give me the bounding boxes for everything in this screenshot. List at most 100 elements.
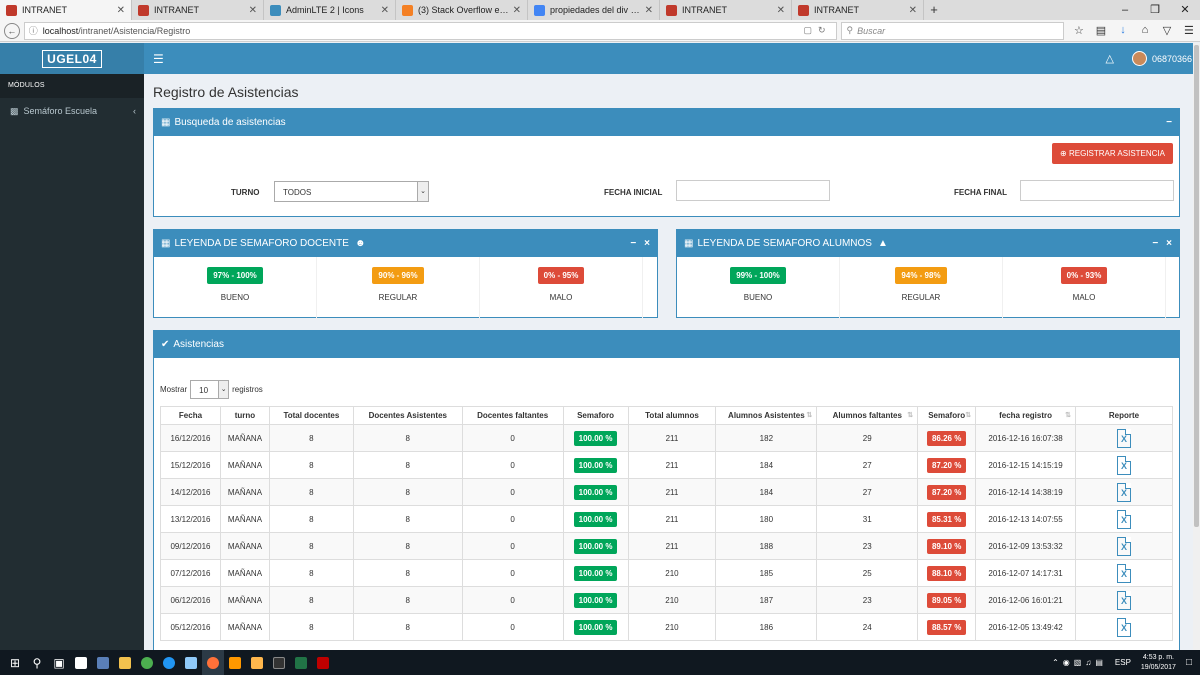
excel-report-icon[interactable]: X [1117,563,1131,583]
notification-icon[interactable]: □ [1186,657,1192,668]
close-window-icon[interactable]: ✕ [1170,0,1200,20]
app-icon[interactable] [224,650,246,675]
language-indicator[interactable]: ESP [1115,658,1131,667]
close-icon[interactable]: ✕ [909,5,917,16]
scrollbar-thumb[interactable] [1194,45,1199,527]
close-icon[interactable]: ✕ [117,5,125,16]
excel-report-icon[interactable]: X [1117,455,1131,475]
grid-icon: ▦ [684,238,694,249]
browser-tab[interactable]: INTRANET ✕ [132,0,264,20]
close-icon[interactable]: ✕ [381,5,389,16]
search-bar[interactable]: ⚲ Buscar [840,21,1064,40]
library-icon[interactable]: ▤ [1090,24,1112,37]
minimize-icon[interactable]: – [1110,0,1140,20]
excel-report-icon[interactable]: X [1117,428,1131,448]
sidebar-item-semaforo[interactable]: ▩ Semáforo Escuela ‹ [0,98,144,124]
column-header[interactable]: Total docentes [268,406,354,425]
column-header[interactable]: Alumnos Asistentes ⇅ [715,406,818,425]
firefox-icon[interactable] [202,650,224,675]
excel-report-icon[interactable]: X [1117,509,1131,529]
windows-start-icon[interactable]: ⊞ [4,650,26,675]
legend-label: MALO [549,293,573,302]
url-bar[interactable]: ⓘ localhost /intranet/Asistencia/Registr… [23,21,837,40]
semaforo-alumnos-badge: 87.20 % [926,457,967,473]
column-header[interactable]: fecha registro ⇅ [975,406,1076,425]
app-icon[interactable] [158,650,180,675]
browser-tab[interactable]: propiedades del div - Buscar ✕ [528,0,660,20]
column-header[interactable]: Total alumnos [627,406,717,425]
asistencias-header: ✔ Asistencias [154,331,1179,358]
page-size-select[interactable]: 10 ⌄ [190,380,230,399]
sort-icon[interactable]: ⇅ [965,411,971,419]
sort-icon[interactable]: ⇅ [1065,411,1071,419]
tray-icons[interactable]: ⌃◉▧♫▤ [1052,658,1107,667]
task-view-icon[interactable]: ▣ [48,650,70,675]
table-row: 13/12/2016 MAÑANA 8 8 0 100.00 % 211 180 31 85.31… [160,505,1173,533]
file-explorer-icon[interactable] [114,650,136,675]
bell-icon[interactable]: △ [1105,52,1113,65]
close-icon[interactable]: × [644,238,650,249]
column-header[interactable]: Fecha [160,406,221,425]
fecha-final-input[interactable] [1020,180,1174,201]
excel-report-icon[interactable]: X [1117,482,1131,502]
sort-icon[interactable]: ⇅ [806,411,812,419]
column-header[interactable]: Docentes faltantes [461,406,564,425]
avatar[interactable] [1131,51,1147,66]
browser-tab[interactable]: INTRANET ✕ [0,0,132,20]
turno-select[interactable]: TODOS ⌄ [274,181,429,202]
browser-tab[interactable]: (3) Stack Overflow en españ ✕ [396,0,528,20]
bookmark-star-icon[interactable]: ☆ [1068,24,1090,37]
legend-docente-header: ▦ LEYENDA DE SEMAFORO DOCENTE ☻ − × [154,230,657,257]
legend-item: 94% - 98% REGULAR [840,257,1003,319]
excel-report-icon[interactable]: X [1117,617,1131,637]
sort-icon[interactable]: ⇅ [907,411,913,419]
column-header[interactable]: Semaforo [562,406,629,425]
browser-tab[interactable]: AdminLTE 2 | Icons ✕ [264,0,396,20]
filezilla-icon[interactable] [312,650,334,675]
home-icon[interactable]: ⌂ [1134,24,1156,37]
app-icon[interactable] [246,650,268,675]
column-header[interactable]: Reporte [1075,406,1173,425]
maximize-icon[interactable]: ❒ [1140,0,1170,20]
collapse-icon[interactable]: − [1152,238,1158,249]
excel-icon[interactable] [290,650,312,675]
browser-nav-bar: ← ⓘ localhost /intranet/Asistencia/Regis… [0,20,1200,42]
favicon-icon [6,4,17,16]
app-icon[interactable] [180,650,202,675]
app-icon[interactable] [92,650,114,675]
mail-icon[interactable] [70,650,92,675]
browser-tab[interactable]: INTRANET ✕ [660,0,792,20]
download-icon[interactable]: ↓ [1112,24,1134,37]
clock[interactable]: 4:53 p. m. 19/05/2017 [1141,653,1176,673]
excel-report-icon[interactable]: X [1117,536,1131,556]
column-header[interactable]: Semaforo ⇅ [917,406,977,425]
close-icon[interactable]: ✕ [645,5,653,16]
close-icon[interactable]: ✕ [249,5,257,16]
chrome-icon[interactable] [136,650,158,675]
back-button[interactable]: ← [4,22,20,39]
collapse-icon[interactable]: − [630,238,636,249]
legend-label: REGULAR [378,293,418,302]
url-actions-icon[interactable]: ▢↻ [803,25,831,36]
logo-area[interactable]: UGEL04 [0,43,144,74]
fecha-inicial-input[interactable] [676,180,830,201]
page-scrollbar[interactable] [1193,43,1200,650]
menu-icon[interactable]: ☰ [1178,24,1200,37]
sidebar-toggle-icon[interactable]: ☰ [153,52,164,66]
column-header[interactable]: turno [219,406,270,425]
table-cell: 210 [627,586,717,614]
column-header[interactable]: Docentes Asistentes [352,406,463,425]
excel-report-icon[interactable]: X [1117,590,1131,610]
register-attendance-button[interactable]: ⊕ REGISTRAR ASISTENCIA [1052,143,1173,164]
pocket-icon[interactable]: ▽ [1156,24,1178,37]
column-header[interactable]: Alumnos faltantes ⇅ [816,406,919,425]
close-icon[interactable]: ✕ [513,5,521,16]
username[interactable]: 06870366 [1152,54,1192,64]
close-icon[interactable]: ✕ [777,5,785,16]
browser-tab[interactable]: INTRANET ✕ [792,0,924,20]
collapse-icon[interactable]: − [1166,117,1172,128]
new-tab-icon[interactable]: + [924,0,944,20]
terminal-icon[interactable] [268,650,290,675]
close-icon[interactable]: × [1166,238,1172,249]
search-icon[interactable]: ⚲ [26,650,48,675]
